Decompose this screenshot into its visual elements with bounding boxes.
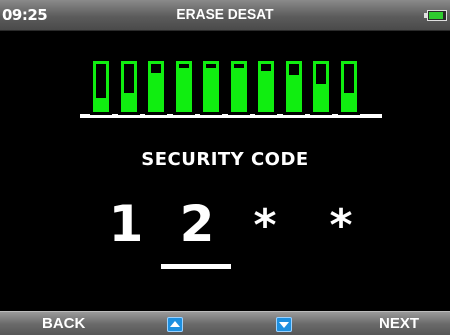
gauge-bar [90,58,112,115]
up-arrow-icon [170,321,180,327]
down-arrow-button[interactable] [276,317,292,332]
gauge-bar-empty-portion [124,64,134,93]
gauge-bar-empty-portion [179,64,189,68]
gauge-bar [310,58,332,115]
gauge-bar [200,58,222,115]
softkey-bar: BACK NEXT [0,311,450,335]
gauge-bar-empty-portion [151,64,161,73]
gauge-bar [145,58,167,115]
gauge-bar [173,58,195,115]
code-digit-2[interactable]: 2 [167,196,227,252]
back-button[interactable]: BACK [42,315,85,332]
gauge-bar [338,58,360,115]
signal-bar-gauge [0,0,450,130]
gauge-bar-empty-portion [289,64,299,75]
next-button[interactable]: NEXT [379,315,419,332]
gauge-bar-empty-portion [96,64,106,98]
gauge-bar-empty-portion [206,64,216,68]
gauge-bar-empty-portion [261,64,271,71]
gauge-bar [118,58,140,115]
gauge-bar-empty-portion [344,64,354,93]
active-digit-cursor [161,264,231,269]
down-arrow-icon [279,322,289,328]
device-screen: 09:25 ERASE DESAT SECURITY CODE 1 2 * * … [0,0,450,335]
code-digit-4[interactable]: * [311,198,371,254]
code-digit-3[interactable]: * [235,198,295,254]
gauge-bar [283,58,305,115]
gauge-bar [255,58,277,115]
code-digit-1[interactable]: 1 [96,196,156,252]
gauge-bar [228,58,250,115]
security-code-label: SECURITY CODE [141,149,309,170]
gauge-bar-empty-portion [316,64,326,84]
gauge-bar-empty-portion [234,64,244,68]
up-arrow-button[interactable] [167,317,183,332]
